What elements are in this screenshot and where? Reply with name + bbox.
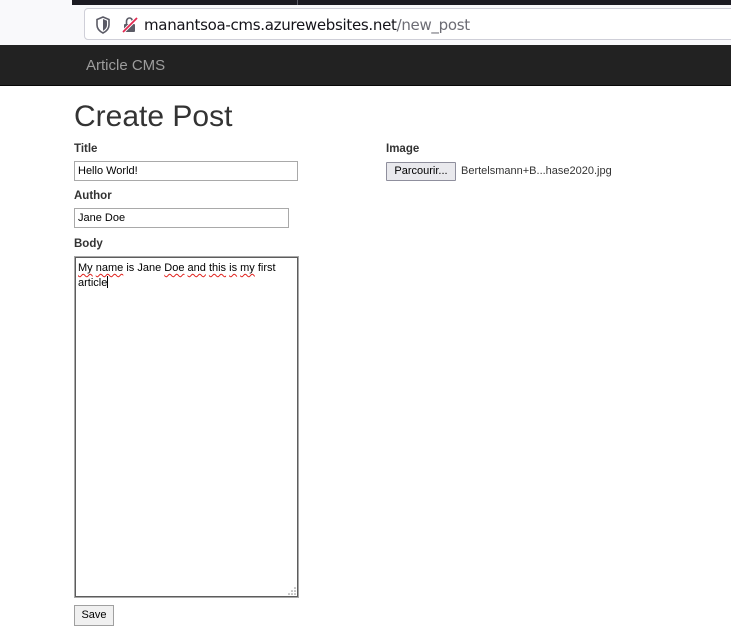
body-word: My (78, 262, 93, 274)
image-label: Image (386, 143, 420, 155)
author-input[interactable] (74, 208, 289, 228)
body-textarea[interactable]: My name is Jane Doe and this is my first… (74, 256, 299, 598)
body-word: Doe (164, 262, 185, 274)
body-word: is (126, 262, 135, 274)
body-word: Jane (137, 262, 162, 274)
body-word: first (257, 262, 276, 274)
browse-file-button[interactable]: Parcourir... (386, 162, 456, 181)
body-word: this (208, 262, 227, 274)
selected-file-name: Bertelsmann+B...hase2020.jpg (461, 165, 612, 177)
resize-grip-icon[interactable] (288, 587, 296, 595)
address-bar[interactable]: manantsoa-cms.azurewebsites.net/new_post (84, 8, 731, 40)
body-word: is (229, 262, 238, 274)
body-word: name (95, 262, 124, 274)
shield-icon[interactable] (95, 16, 111, 34)
page-title: Create Post (74, 100, 233, 133)
save-button[interactable]: Save (74, 605, 114, 626)
navbar: Article CMS (0, 45, 731, 86)
author-label: Author (74, 190, 112, 202)
tab-divider (297, 0, 298, 5)
title-input[interactable] (74, 161, 298, 181)
url-domain: manantsoa-cms.azurewebsites.net (144, 16, 397, 34)
url-text[interactable]: manantsoa-cms.azurewebsites.net/new_post (144, 16, 470, 34)
body-word: article (78, 277, 108, 289)
browser-toolbar: manantsoa-cms.azurewebsites.net/new_post (0, 0, 731, 45)
insecure-lock-icon[interactable] (121, 16, 139, 34)
body-word: my (240, 262, 255, 274)
body-word: and (187, 262, 206, 274)
text-caret (107, 276, 109, 288)
navbar-brand[interactable]: Article CMS (86, 57, 165, 74)
title-label: Title (74, 143, 98, 155)
body-label: Body (74, 238, 103, 250)
url-path: /new_post (396, 16, 471, 34)
tab-strip (72, 0, 731, 5)
